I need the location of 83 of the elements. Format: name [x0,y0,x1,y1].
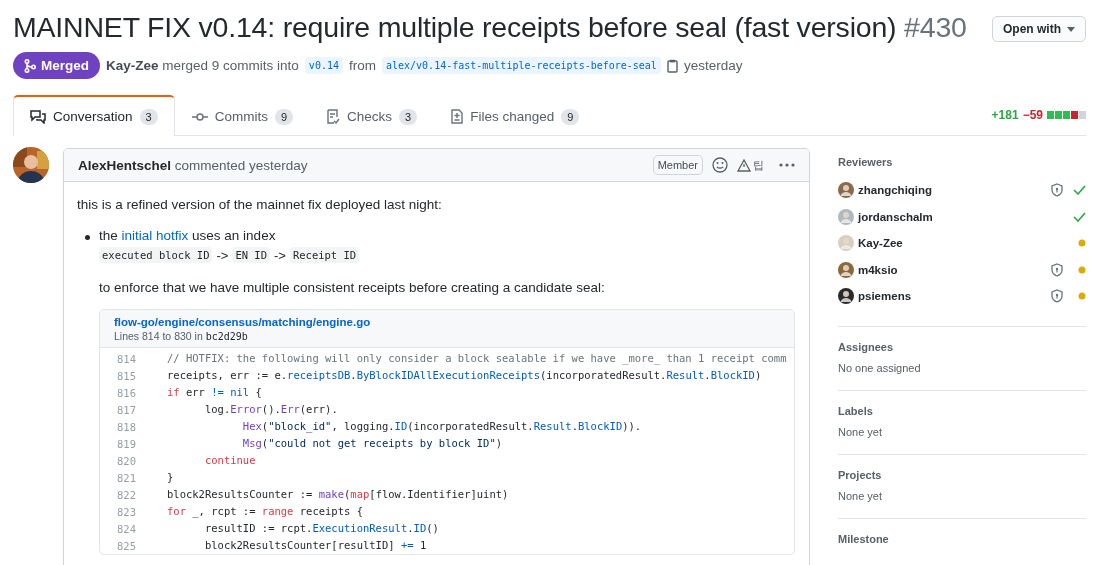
reviewer-name[interactable]: m4ksio [858,263,1047,276]
section-title: Milestone [838,532,890,545]
code-line: // HOTFIX: the following will only consider a block sealable if we have _more_ than 1 receipt comm [166,351,787,367]
code-line: if err != nil { [166,385,262,400]
commit-icon [191,111,208,122]
line-number: 816 [116,386,136,399]
reviewer-name[interactable]: jordanschalm [858,210,1069,223]
line-number: 818 [116,420,136,433]
code-line: log.Error().Err(err). [203,402,338,417]
code-line: block2ResultsCounter[resultID] += 1 [203,538,427,553]
avatar[interactable] [13,147,49,183]
line-number: 823 [116,505,136,518]
arrow-text: -> [274,247,286,263]
comment-author-line: AlexHentschel commented yesterday [78,157,309,173]
merged-state-badge: Merged [13,52,100,79]
reviewer-name[interactable]: Kay-Zee [858,237,1069,250]
line-number: 822 [116,488,136,501]
code-line: block2ResultsCounter := make(map[flow.Identifier]uint) [166,487,509,502]
line-number: 821 [116,471,136,484]
open-with-button[interactable]: Open with [992,16,1086,42]
line-number: 820 [116,454,136,467]
pr-title-text: MAINNET FIX v0.14: require multiple receipts before seal (fast version) [13,11,897,43]
section-title: Labels [838,404,874,417]
code-line: continue [203,453,256,468]
checklist-icon [327,109,341,124]
bullet-text: the initial hotfix uses an index [99,228,277,243]
inline-code: EN ID [232,247,270,263]
tab[interactable]: Files changed 9 [434,96,597,136]
bullet-icon [85,235,90,240]
line-number: 825 [116,539,136,552]
section-title: Reviewers [838,156,894,168]
code-line: Hex("block_id", logging.ID(incorporatedResult.Result.BlockID)). [241,419,642,435]
comment-paragraph: this is a refined version of the mainnet fix deployed last night: [77,197,443,212]
reviewer-name[interactable]: zhangchiqing [858,184,1047,197]
code-line: } [166,470,174,485]
merge-time: yesterday [683,58,743,73]
line-number: 824 [116,522,136,535]
code-line: resultID := rcpt.ExecutionResult.ID() [203,521,439,536]
section-title: Assignees [838,340,895,353]
tip-button[interactable]: 팁 [737,157,764,173]
reviewer-name[interactable]: psiemens [858,290,1047,303]
inline-code: Receipt ID [289,247,360,263]
inline-code: executed block ID [99,247,213,263]
line-range-text: Lines 814 to 830 in bc2d29b [114,330,249,342]
merge-summary: Kay-Zee merged 9 commits into [106,58,299,73]
tab-count: 9 [274,108,294,125]
deletions-count: −59 [1022,108,1043,122]
from-label: from [348,58,376,73]
line-number: 815 [116,369,136,382]
tab-count: 3 [139,108,158,125]
speech-bubbles-icon [30,109,46,124]
arrow-text: -> [216,247,229,263]
merge-icon [24,58,36,73]
tab-count: 3 [399,108,418,125]
line-number: 819 [116,437,136,450]
clipboard-icon[interactable] [666,58,678,73]
code-line: Msg("could not get receipts by block ID") [241,436,503,451]
section-value: No one assigned [838,361,922,374]
pr-number: #430 [904,11,967,43]
warning-icon [737,158,751,172]
tab[interactable]: Conversation 3 [13,95,175,136]
section-value: None yet [838,489,884,502]
tab-count: 9 [561,108,580,125]
section-title: Projects [838,468,883,481]
base-branch[interactable]: v0.14 [304,57,343,74]
section-value: None yet [838,425,884,438]
member-badge: Member [652,155,703,175]
more-options-icon[interactable] [779,163,795,167]
comment-paragraph: to enforce that we have multiple consistent receipts before creating a candidate seal: [99,280,606,295]
file-path-link[interactable]: flow-go/engine/consensus/matching/engine.go [114,316,780,328]
hotfix-link[interactable]: initial hotfix [121,228,189,243]
line-number: 817 [116,403,136,416]
code-line: receipts, err := e.receiptsDB.ByBlockIDAllExecutionReceipts(incorporatedResult.Result.BlockID) [166,368,762,383]
tab[interactable]: Checks 3 [310,96,435,136]
caret-icon [1067,26,1075,32]
diff-file-icon [451,109,464,124]
tab[interactable]: Commits 9 [174,96,311,136]
line-number: 814 [116,352,136,365]
user-avatar[interactable] [838,288,854,305]
head-branch[interactable]: alex/v0.14-fast-multiple-receipts-before-seal [381,57,661,74]
smiley-icon[interactable] [712,157,728,173]
code-line: for _, rcpt := range receipts { [166,504,363,520]
additions-count: +181 [991,108,1019,122]
